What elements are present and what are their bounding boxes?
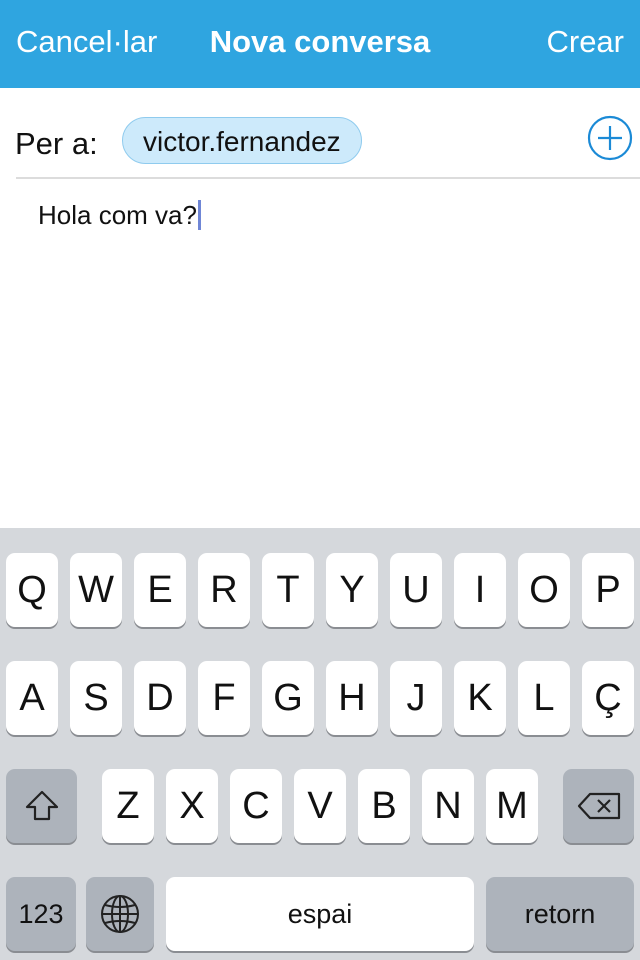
key-i[interactable]: I xyxy=(454,553,506,627)
key-h[interactable]: H xyxy=(326,661,378,735)
plus-circle-icon[interactable] xyxy=(587,115,633,161)
numbers-key[interactable]: 123 xyxy=(6,877,76,951)
return-key[interactable]: retorn xyxy=(486,877,634,951)
key-d[interactable]: D xyxy=(134,661,186,735)
key-l[interactable]: L xyxy=(518,661,570,735)
message-input[interactable]: Hola com va? xyxy=(38,200,201,231)
recipient-row: Per a: victor.fernandez xyxy=(0,88,640,178)
key-e[interactable]: E xyxy=(134,553,186,627)
key-p[interactable]: P xyxy=(582,553,634,627)
key-x[interactable]: X xyxy=(166,769,218,843)
divider xyxy=(16,177,640,179)
key-j[interactable]: J xyxy=(390,661,442,735)
key-t[interactable]: T xyxy=(262,553,314,627)
key-s[interactable]: S xyxy=(70,661,122,735)
globe-key[interactable] xyxy=(86,877,154,951)
key-f[interactable]: F xyxy=(198,661,250,735)
space-key[interactable]: espai xyxy=(166,877,474,951)
key-u[interactable]: U xyxy=(390,553,442,627)
nav-bar: Cancel·lar Nova conversa Crear xyxy=(0,0,640,88)
to-label: Per a: xyxy=(15,126,98,161)
key-w[interactable]: W xyxy=(70,553,122,627)
shift-key[interactable] xyxy=(6,769,77,843)
key-v[interactable]: V xyxy=(294,769,346,843)
key-q[interactable]: Q xyxy=(6,553,58,627)
backspace-key[interactable] xyxy=(563,769,634,843)
key-c-cedilla[interactable]: Ç xyxy=(582,661,634,735)
page-title: Nova conversa xyxy=(209,24,431,59)
key-b[interactable]: B xyxy=(358,769,410,843)
key-r[interactable]: R xyxy=(198,553,250,627)
message-text: Hola com va? xyxy=(38,200,197,230)
key-z[interactable]: Z xyxy=(102,769,154,843)
key-y[interactable]: Y xyxy=(326,553,378,627)
key-m[interactable]: M xyxy=(486,769,538,843)
create-button[interactable]: Crear xyxy=(546,24,624,60)
backspace-icon xyxy=(577,792,620,820)
key-k[interactable]: K xyxy=(454,661,506,735)
key-n[interactable]: N xyxy=(422,769,474,843)
key-g[interactable]: G xyxy=(262,661,314,735)
key-a[interactable]: A xyxy=(6,661,58,735)
key-c[interactable]: C xyxy=(230,769,282,843)
globe-icon xyxy=(101,895,139,933)
recipient-chip[interactable]: victor.fernandez xyxy=(122,117,362,164)
shift-icon xyxy=(25,790,58,821)
text-caret xyxy=(197,200,201,230)
keyboard: Q W E R T Y U I O P A S D F G H J K L Ç … xyxy=(0,528,640,960)
key-o[interactable]: O xyxy=(518,553,570,627)
